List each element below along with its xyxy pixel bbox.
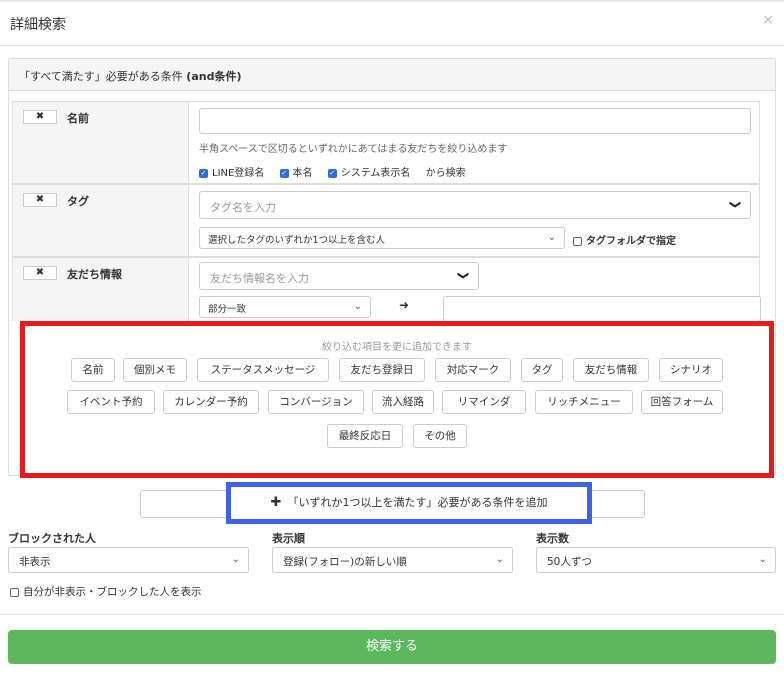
chevron-down-icon: ⌄: [495, 554, 504, 565]
add-item-chip[interactable]: 友だち情報: [573, 358, 649, 382]
footer-divider: [0, 614, 784, 615]
add-or-condition-label: 「いずれか1つ以上を満たす」必要がある条件を追加: [287, 496, 548, 509]
name-hint: 半角スペースで区切るといずれかにあてはまる友だちを絞り込めます: [199, 144, 508, 155]
search-button[interactable]: 検索する: [8, 630, 776, 664]
tag-name-input[interactable]: タグ名を入力 ❯: [199, 191, 751, 219]
condition-label-cell: ✖ 友だち情報: [13, 258, 189, 321]
add-item-chip[interactable]: 回答フォーム: [641, 390, 723, 414]
remove-condition-button[interactable]: ✖: [23, 193, 57, 207]
add-item-chip[interactable]: 個別メモ: [123, 358, 187, 382]
condition-label: タグ: [67, 195, 89, 208]
condition-row-tag: ✖ タグ タグ名を入力 ❯ 選択したタグのいずれか1つ以上を含む人 ⌄ タグフォ…: [12, 184, 760, 257]
header-divider: [0, 45, 784, 46]
chevron-down-icon: ⌄: [547, 232, 556, 243]
checkbox-empty-icon: [573, 236, 582, 246]
add-item-chip[interactable]: 流入経路: [372, 390, 434, 414]
tag-mode-select[interactable]: 選択したタグのいずれか1つ以上を含む人 ⌄: [199, 227, 565, 249]
remove-condition-button[interactable]: ✖: [23, 266, 57, 280]
close-icon[interactable]: ×: [762, 12, 774, 28]
check-system-name[interactable]: ✓ システム表示名: [327, 168, 410, 179]
self-hidden-check[interactable]: 自分が非表示・ブロックした人を表示: [10, 584, 202, 599]
add-item-chip[interactable]: 友だち登録日: [339, 358, 425, 382]
condition-label: 友だち情報: [67, 268, 122, 281]
condition-label: 名前: [67, 112, 89, 125]
blocked-value: 非表示: [19, 556, 51, 568]
tag-folder-check[interactable]: タグフォルダで指定: [573, 232, 676, 247]
add-item-chip[interactable]: イベント予約: [67, 390, 155, 414]
chevron-down-icon: ❯: [456, 270, 470, 281]
add-item-chip[interactable]: シナリオ: [659, 358, 723, 382]
add-item-chip[interactable]: ステータスメッセージ: [197, 358, 329, 382]
arrow-right-icon: ➜: [399, 298, 410, 312]
add-items-hint: 絞り込む項目を更に追加できます: [322, 342, 472, 353]
modal-title: 詳細検索: [10, 17, 66, 33]
condition-row-friend-info: ✖ 友だち情報 友だち情報名を入力 ❯ 部分一致 ⌄ ➜: [12, 257, 761, 322]
chevron-down-icon: ❯: [728, 199, 742, 210]
count-label: 表示数: [536, 532, 569, 545]
condition-row-name: ✖ 名前 半角スペースで区切るといずれかにあてはまる友だちを絞り込めます ✓ LI…: [12, 101, 760, 184]
add-item-chip[interactable]: リッチメニュー: [535, 390, 633, 414]
add-item-chip[interactable]: 名前: [71, 358, 115, 382]
add-item-chip[interactable]: タグ: [521, 358, 563, 382]
order-label: 表示順: [272, 532, 305, 545]
friend-info-placeholder: 友だち情報名を入力: [210, 272, 309, 285]
checkbox-checked-icon: ✓: [327, 168, 337, 178]
condition-label-cell: ✖ タグ: [13, 185, 189, 256]
friend-info-value-input[interactable]: [443, 296, 761, 322]
name-search-targets: ✓ LINE登録名 ✓ 本名 ✓ システム表示名 から検索: [199, 164, 466, 179]
checkbox-checked-icon: ✓: [279, 168, 289, 178]
tag-mode-value: 選択したタグのいずれか1つ以上を含む人: [208, 235, 386, 246]
tag-input-placeholder: タグ名を入力: [210, 201, 276, 214]
add-item-chip[interactable]: 最終反応日: [327, 424, 403, 448]
order-select[interactable]: 登録(フォロー)の新しい順 ⌄: [272, 547, 513, 573]
order-value: 登録(フォロー)の新しい順: [283, 556, 407, 568]
friend-info-input[interactable]: 友だち情報名を入力 ❯: [199, 262, 479, 290]
checkbox-empty-icon: [10, 587, 19, 597]
add-items-highlight: 絞り込む項目を更に追加できます 名前 個別メモ ステータスメッセージ 友だち登録日 対応…: [20, 321, 774, 478]
panel-header-text: 「すべて満たす」必要がある条件: [19, 70, 187, 83]
name-input[interactable]: [199, 108, 751, 134]
chevron-down-icon: ⌄: [353, 301, 362, 312]
add-or-condition-button[interactable]: ✚ 「いずれか1つ以上を満たす」必要がある条件を追加: [231, 487, 587, 519]
remove-condition-button[interactable]: ✖: [23, 110, 57, 124]
count-select[interactable]: 50人ずつ ⌄: [536, 547, 776, 573]
or-condition-highlight[interactable]: ✚ 「いずれか1つ以上を満たす」必要がある条件を追加: [226, 482, 592, 524]
panel-header: 「すべて満たす」必要がある条件 (and条件): [9, 59, 775, 91]
chevron-down-icon: ⌄: [231, 554, 240, 565]
count-value: 50人ずつ: [547, 556, 592, 568]
check-line-name[interactable]: ✓ LINE登録名: [199, 168, 264, 179]
check-real-name[interactable]: ✓ 本名: [279, 168, 313, 179]
chevron-down-icon: ⌄: [758, 554, 767, 565]
search-suffix: から検索: [425, 168, 466, 179]
top-border: [0, 0, 784, 2]
add-item-chip[interactable]: カレンダー予約: [163, 390, 259, 414]
match-type-value: 部分一致: [208, 304, 247, 315]
blocked-label: ブロックされた人: [8, 532, 96, 545]
add-item-chip[interactable]: 対応マーク: [435, 358, 511, 382]
add-item-chip[interactable]: リマインダ: [442, 390, 526, 414]
blocked-select[interactable]: 非表示 ⌄: [8, 547, 249, 573]
condition-label-cell: ✖ 名前: [13, 102, 189, 183]
match-type-select[interactable]: 部分一致 ⌄: [199, 296, 371, 318]
plus-icon: ✚: [270, 495, 282, 510]
checkbox-checked-icon: ✓: [199, 168, 208, 178]
add-item-chip[interactable]: コンバージョン: [268, 390, 364, 414]
add-item-chip[interactable]: その他: [413, 424, 467, 448]
panel-header-bold: (and条件): [186, 70, 242, 83]
